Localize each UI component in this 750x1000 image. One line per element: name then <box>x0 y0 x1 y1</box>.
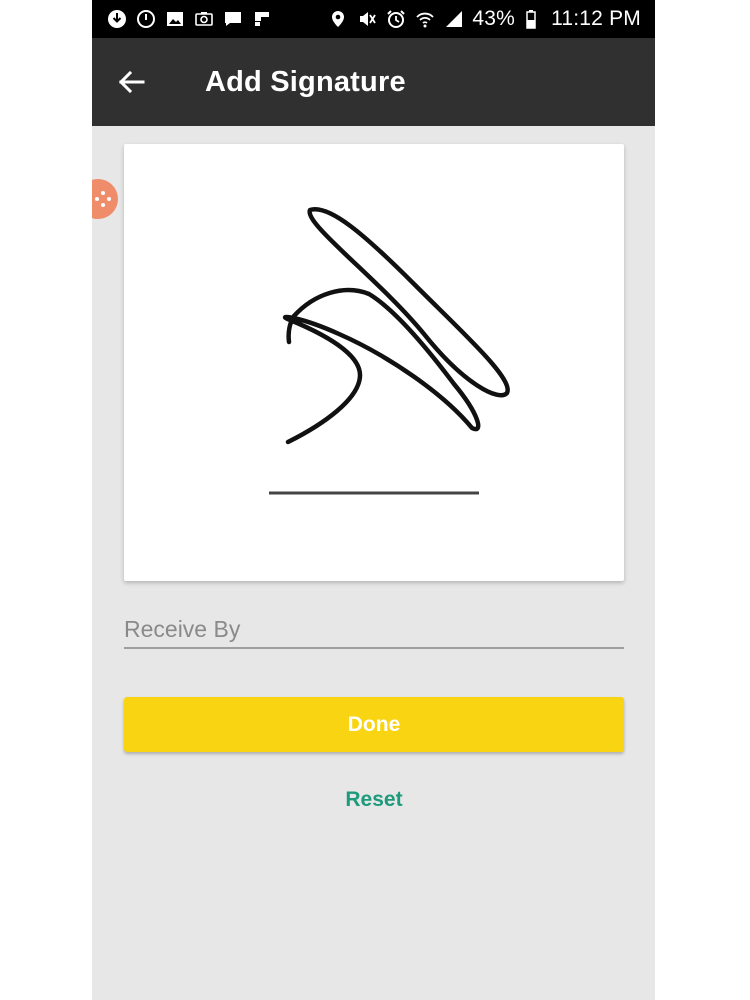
reset-button[interactable]: Reset <box>124 782 624 818</box>
status-time: 11:12 PM <box>551 7 641 30</box>
signature-stroke-loop <box>307 207 510 398</box>
arrow-left-icon <box>118 70 145 94</box>
signature-stroke-main <box>282 287 481 445</box>
page-title: Add Signature <box>205 65 406 98</box>
status-left-icons <box>106 8 273 30</box>
move-dots-icon <box>95 191 111 207</box>
alarm-icon <box>385 8 407 30</box>
wifi-icon <box>414 8 436 30</box>
flipboard-icon <box>251 8 273 30</box>
location-icon <box>327 8 349 30</box>
status-bar: 43% 11:12 PM <box>92 0 655 38</box>
gallery-icon <box>164 8 186 30</box>
signal-icon <box>443 8 465 30</box>
app-bar: Add Signature <box>92 38 655 126</box>
status-right-icons: 43% 11:12 PM <box>327 7 641 31</box>
back-button[interactable] <box>92 38 170 126</box>
signature-pad[interactable] <box>124 144 624 581</box>
signature-drawing <box>269 207 510 495</box>
receive-by-input[interactable] <box>124 612 624 646</box>
mute-icon <box>356 8 378 30</box>
battery-percent: 43% <box>472 7 516 30</box>
download-icon <box>106 8 128 30</box>
chat-icon <box>222 8 244 30</box>
floating-assistant-handle[interactable] <box>92 179 118 219</box>
camera-icon <box>193 8 215 30</box>
receive-by-field[interactable] <box>124 612 624 649</box>
power-icon <box>135 8 157 30</box>
battery-icon <box>522 8 544 30</box>
done-button[interactable]: Done <box>124 697 624 752</box>
phone-screen: 43% 11:12 PM Add Signature Receive By Do… <box>92 0 655 1000</box>
